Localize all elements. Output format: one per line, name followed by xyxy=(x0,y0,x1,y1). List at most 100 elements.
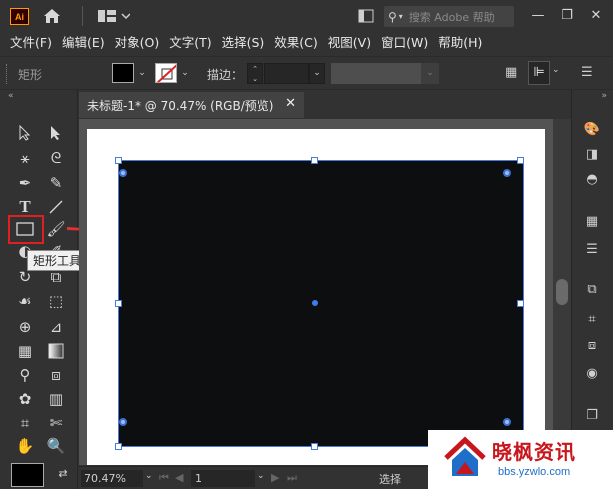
menu-help[interactable]: 帮助(H) xyxy=(438,32,482,54)
vertical-scrollbar[interactable] xyxy=(553,119,571,465)
home-icon[interactable] xyxy=(43,7,61,25)
menu-effect[interactable]: 效果(C) xyxy=(274,32,317,54)
fill-color-swatch[interactable] xyxy=(112,63,134,83)
corner-widget-top-right[interactable] xyxy=(503,169,511,177)
app-logo: Ai xyxy=(10,8,29,25)
restore-icon[interactable]: ❐ xyxy=(559,8,575,24)
line-tool-icon[interactable] xyxy=(45,196,67,218)
separator xyxy=(82,6,83,26)
close-window-icon[interactable]: ✕ xyxy=(588,8,604,24)
style-dropdown[interactable]: ⌄ xyxy=(421,63,439,84)
symbol-sprayer-icon[interactable]: ✿ xyxy=(14,388,36,410)
pathfinder-panel-icon[interactable]: ⧈ xyxy=(582,336,602,354)
style-field[interactable] xyxy=(331,63,421,84)
warp-tool-icon[interactable]: ☙ xyxy=(14,290,36,312)
artboard-tool-icon[interactable]: ⌗ xyxy=(14,412,36,434)
black-rectangle[interactable] xyxy=(118,160,524,447)
zoom-field[interactable]: 70.47% xyxy=(81,470,143,487)
corner-widget-top-left[interactable] xyxy=(119,169,127,177)
direct-selection-tool-icon[interactable] xyxy=(45,122,67,144)
center-point xyxy=(312,300,318,306)
menu-select[interactable]: 选择(S) xyxy=(222,32,265,54)
gradient-tool-icon[interactable] xyxy=(45,340,67,362)
watermark-title: 晓枫资讯 xyxy=(492,442,576,464)
shape-builder-icon[interactable]: ⊕ xyxy=(14,316,36,338)
handle-bottom-left[interactable] xyxy=(115,443,122,450)
artboard[interactable] xyxy=(87,129,545,465)
color-guide-icon[interactable]: ◨ xyxy=(582,145,602,163)
shape-label: 矩形 xyxy=(18,68,43,82)
scrollbar-thumb[interactable] xyxy=(556,279,568,305)
handle-top-right[interactable] xyxy=(517,157,524,164)
stroke-dropdown-icon[interactable]: ⌄ xyxy=(179,64,191,82)
lasso-tool-icon[interactable]: ᘓ xyxy=(45,147,67,169)
stroke-color-swatch[interactable] xyxy=(155,63,177,83)
search-input[interactable]: ⚲ ▾ 搜索 Adobe 帮助 xyxy=(384,6,514,27)
stroke-weight-input[interactable] xyxy=(264,63,309,84)
menu-edit[interactable]: 编辑(E) xyxy=(62,32,105,54)
next-artboard-icon[interactable]: ▶ xyxy=(271,471,279,484)
menu-bar: 文件(F) 编辑(E) 对象(O) 文字(T) 选择(S) 效果(C) 视图(V… xyxy=(0,32,613,54)
close-tab-icon[interactable]: ✕ xyxy=(285,96,296,111)
artboard-dropdown-icon[interactable]: ⌄ xyxy=(257,471,265,481)
column-graph-icon[interactable]: ▥ xyxy=(45,388,67,410)
last-artboard-icon[interactable]: ⏭ xyxy=(287,471,297,485)
selection-tool-icon[interactable] xyxy=(14,122,36,144)
prev-artboard-icon[interactable]: ◀ xyxy=(175,471,183,484)
swap-colors-icon[interactable]: ⇄ xyxy=(52,462,74,484)
first-artboard-icon[interactable]: ⏮ xyxy=(159,471,169,485)
perspective-grid-icon[interactable]: ⊿ xyxy=(45,316,67,338)
eyedropper-icon[interactable]: ⚲ xyxy=(14,364,36,386)
current-tool-name: 选择 xyxy=(379,473,401,486)
handle-middle-left[interactable] xyxy=(115,300,122,307)
appearance-panel-icon[interactable]: ◉ xyxy=(582,364,602,382)
blend-tool-icon[interactable]: ⧈ xyxy=(45,364,67,386)
menu-type[interactable]: 文字(T) xyxy=(169,32,211,54)
mesh-tool-icon[interactable]: ▦ xyxy=(14,340,36,362)
collapse-panel-icon[interactable]: « xyxy=(8,91,14,101)
menu-lines-icon[interactable]: ☰ xyxy=(581,65,593,80)
expand-panels-icon[interactable]: » xyxy=(601,91,607,101)
document-tab-title: 未标题-1* @ 70.47% (RGB/预览) xyxy=(87,98,274,113)
fill-color-indicator[interactable] xyxy=(11,463,44,487)
zoom-tool-icon[interactable]: 🔍 xyxy=(45,435,67,457)
paintbrush-tool-icon[interactable]: 🖌 xyxy=(45,218,67,240)
pen-tool-icon[interactable]: ✒ xyxy=(14,172,36,194)
swatches-panel-icon[interactable]: ▦ xyxy=(582,212,602,230)
fill-dropdown-icon[interactable]: ⌄ xyxy=(136,64,148,82)
workspace-layout-icon[interactable] xyxy=(98,7,130,25)
align-grid-icon[interactable]: ▦ xyxy=(505,65,517,80)
document-tab[interactable]: 未标题-1* @ 70.47% (RGB/预览) ✕ xyxy=(79,92,304,118)
minimize-icon[interactable]: — xyxy=(530,8,546,24)
gradient-panel-icon[interactable]: ◓ xyxy=(582,170,602,188)
align-panel-icon[interactable]: ⌗ xyxy=(582,310,602,328)
transform-icon[interactable]: ⊫ xyxy=(528,61,550,85)
handle-bottom-center[interactable] xyxy=(311,443,318,450)
stroke-panel-icon[interactable]: ☰ xyxy=(582,240,602,258)
canvas-area[interactable] xyxy=(79,119,553,465)
curvature-tool-icon[interactable]: ✎ xyxy=(45,172,67,194)
stroke-weight-stepper[interactable]: ⌃ ⌄ xyxy=(247,63,263,84)
zoom-dropdown-icon[interactable]: ⌄ xyxy=(145,471,153,481)
magic-wand-icon[interactable]: ⚹ xyxy=(14,147,36,169)
transform-dropdown-icon[interactable]: ⌄ xyxy=(552,65,560,75)
stroke-weight-dropdown[interactable]: ⌄ xyxy=(309,63,325,84)
menu-window[interactable]: 窗口(W) xyxy=(381,32,428,54)
corner-widget-bottom-left[interactable] xyxy=(119,418,127,426)
handle-top-center[interactable] xyxy=(311,157,318,164)
transform-panel-icon[interactable]: ⧉ xyxy=(582,280,602,298)
slice-tool-icon[interactable]: ✄ xyxy=(45,412,67,434)
panel-toggle-icon[interactable] xyxy=(358,7,374,25)
corner-widget-bottom-right[interactable] xyxy=(503,418,511,426)
handle-top-left[interactable] xyxy=(115,157,122,164)
menu-view[interactable]: 视图(V) xyxy=(328,32,371,54)
layers-panel-icon[interactable]: ❐ xyxy=(582,406,602,424)
hand-tool-icon[interactable]: ✋ xyxy=(14,435,36,457)
handle-middle-right[interactable] xyxy=(517,300,524,307)
menu-object[interactable]: 对象(O) xyxy=(115,32,160,54)
tab-bar-empty xyxy=(304,92,571,118)
artboard-field[interactable]: 1 xyxy=(191,470,255,487)
menu-file[interactable]: 文件(F) xyxy=(10,32,52,54)
free-transform-icon[interactable]: ⬚ xyxy=(45,290,67,312)
color-panel-icon[interactable]: 🎨 xyxy=(582,120,602,138)
